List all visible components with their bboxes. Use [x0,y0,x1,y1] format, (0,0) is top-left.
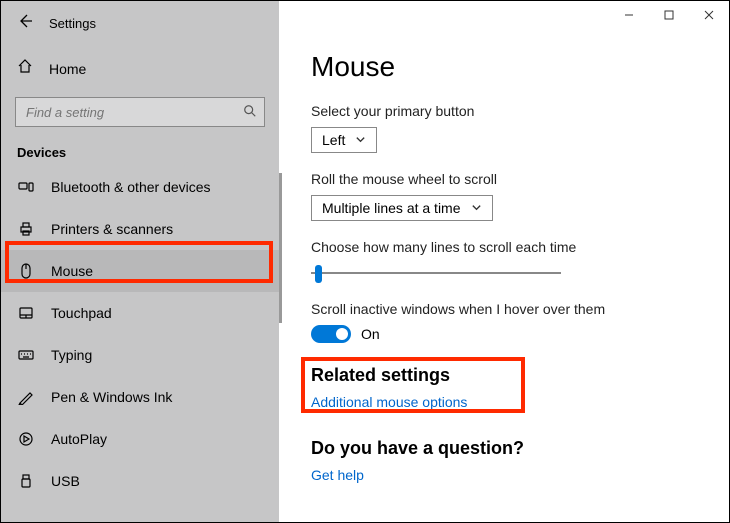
sidebar-item-pen[interactable]: Pen & Windows Ink [1,376,279,418]
sidebar-item-label: USB [51,473,80,489]
home-icon [17,58,33,79]
sidebar-item-printers[interactable]: Printers & scanners [1,208,279,250]
main-panel: Mouse Select your primary button Left Ro… [279,1,729,522]
sidebar-item-label: Pen & Windows Ink [51,389,172,405]
pen-icon [17,388,35,406]
back-icon[interactable] [17,13,33,34]
minimize-button[interactable] [609,1,649,29]
touchpad-icon [17,304,35,322]
dropdown-value: Left [322,132,345,148]
sidebar-item-label: Mouse [51,263,93,279]
search-icon [243,104,257,123]
home-label: Home [49,61,86,77]
chevron-down-icon [471,200,482,216]
keyboard-icon [17,346,35,364]
scroll-mode-label: Roll the mouse wheel to scroll [311,171,719,187]
lines-slider[interactable] [311,263,561,283]
primary-button-label: Select your primary button [311,103,719,119]
bluetooth-icon [17,178,35,196]
sidebar-item-label: Touchpad [51,305,112,321]
sidebar-item-label: Printers & scanners [51,221,173,237]
dropdown-value: Multiple lines at a time [322,200,461,216]
additional-mouse-options-link[interactable]: Additional mouse options [311,394,719,410]
primary-button-dropdown[interactable]: Left [311,127,377,153]
window-title: Settings [49,16,96,31]
sidebar-item-label: Typing [51,347,92,363]
slider-track [311,272,561,274]
scroll-mode-dropdown[interactable]: Multiple lines at a time [311,195,493,221]
toggle-knob [336,328,348,340]
maximize-button[interactable] [649,1,689,29]
mouse-icon [17,262,35,280]
sidebar-item-touchpad[interactable]: Touchpad [1,292,279,334]
section-title: Devices [1,141,279,166]
inactive-label: Scroll inactive windows when I hover ove… [311,301,719,317]
toggle-state: On [361,326,380,342]
get-help-link[interactable]: Get help [311,467,719,483]
nav-list: Bluetooth & other devices Printers & sca… [1,166,279,502]
search-input[interactable] [15,97,265,127]
related-heading: Related settings [311,365,719,386]
printer-icon [17,220,35,238]
chevron-down-icon [355,132,366,148]
sidebar-item-autoplay[interactable]: AutoPlay [1,418,279,460]
slider-thumb[interactable] [315,265,322,283]
page-title: Mouse [311,51,719,83]
scroll-indicator[interactable] [279,173,282,323]
lines-label: Choose how many lines to scroll each tim… [311,239,719,255]
sidebar: Settings Home Devices Bluetooth & other … [1,1,279,522]
home-nav[interactable]: Home [1,50,279,87]
sidebar-item-typing[interactable]: Typing [1,334,279,376]
sidebar-item-usb[interactable]: USB [1,460,279,502]
sidebar-item-bluetooth[interactable]: Bluetooth & other devices [1,166,279,208]
titlebar [609,1,729,29]
inactive-toggle[interactable] [311,325,351,343]
sidebar-item-mouse[interactable]: Mouse [1,250,279,292]
usb-icon [17,472,35,490]
sidebar-item-label: AutoPlay [51,431,107,447]
sidebar-item-label: Bluetooth & other devices [51,179,211,195]
close-button[interactable] [689,1,729,29]
question-heading: Do you have a question? [311,438,719,459]
autoplay-icon [17,430,35,448]
